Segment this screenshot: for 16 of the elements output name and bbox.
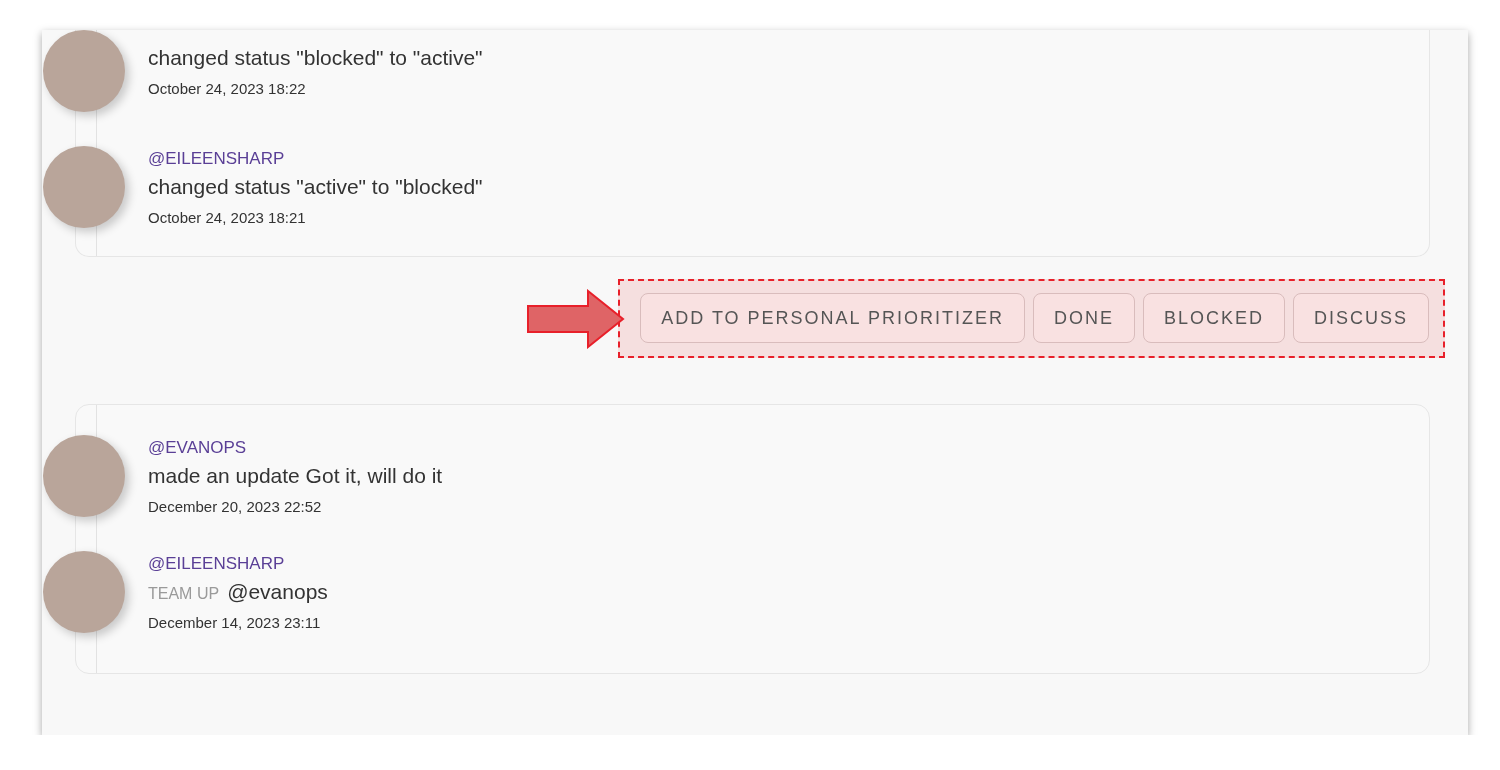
action-button[interactable]: DISCUSS [1293,293,1429,343]
username[interactable]: @EILEENSHARP [148,148,483,169]
username[interactable]: @EILEENSHARP [148,553,328,574]
username[interactable]: @EVANOPS [148,437,443,458]
timestamp: October 24, 2023 18:22 [148,79,307,97]
action-button[interactable]: DONE [1032,293,1135,343]
activity-tag: TEAM UP [148,584,220,603]
action-button[interactable]: ADD TO PERSONAL PRIORITIZER [640,293,1025,343]
timestamp: December 20, 2023 22:52 [148,497,323,515]
activity-message: changed status "active" to "blocked" [148,174,483,199]
activity-message: @evanops [227,579,328,604]
action-button[interactable]: BLOCKED [1142,293,1285,343]
timestamp: December 14, 2023 23:11 [148,613,322,631]
activity-message: changed status "blocked" to "active" [148,45,483,70]
timestamp: October 24, 2023 18:21 [148,208,307,226]
activity-message: made an update Got it, will do it [148,463,443,488]
